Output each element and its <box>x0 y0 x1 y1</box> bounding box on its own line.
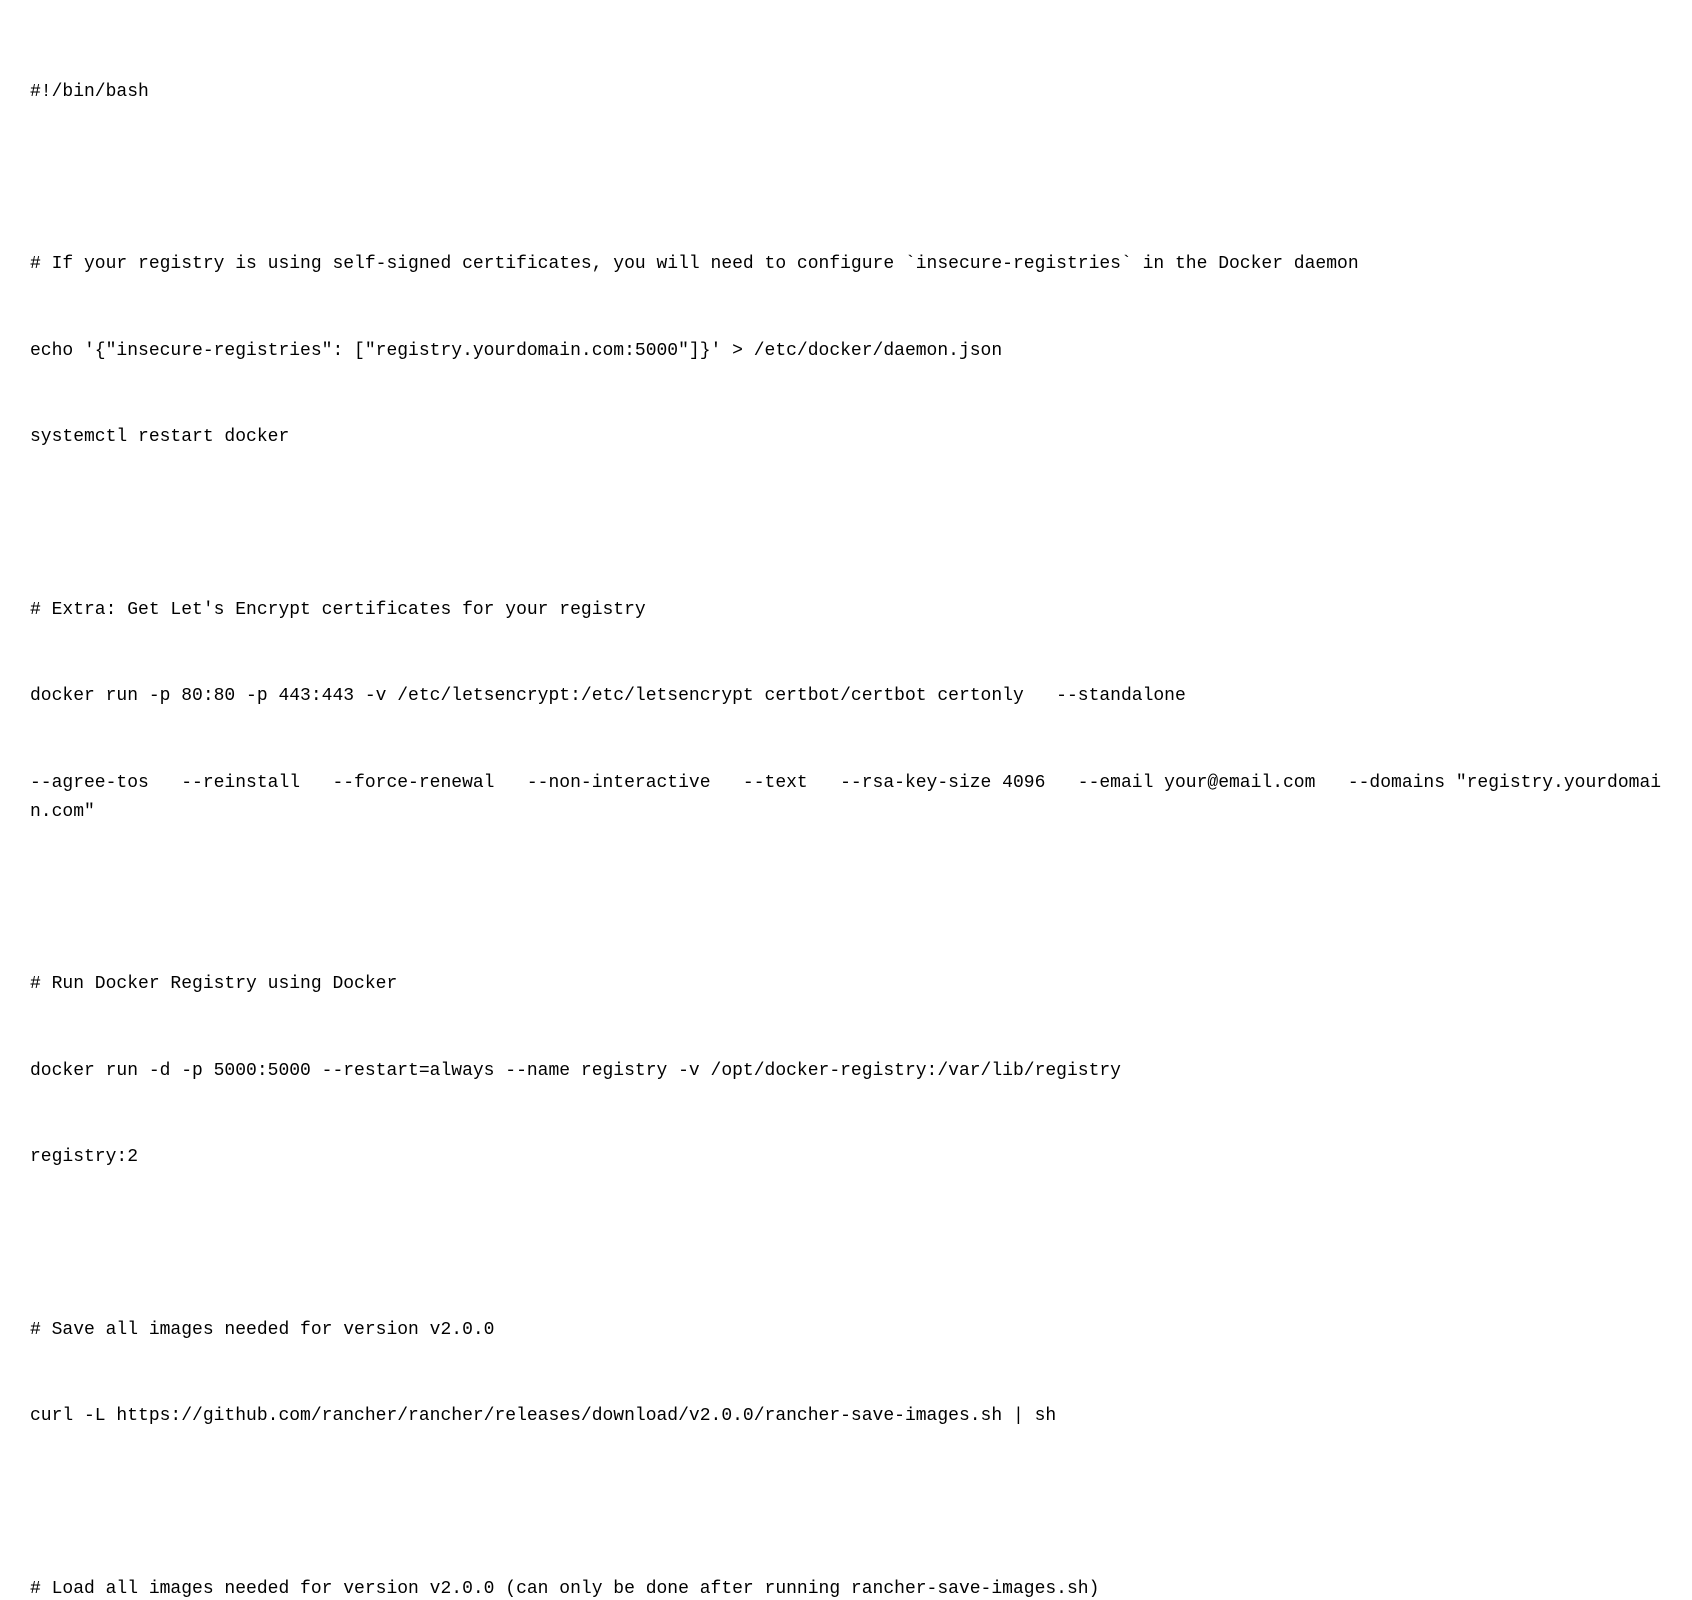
line-echo1: echo '{"insecure-registries": ["registry… <box>30 337 1662 366</box>
line-curl1: curl -L https://github.com/rancher/ranch… <box>30 1402 1662 1431</box>
line-comment2: # Extra: Get Let's Encrypt certificates … <box>30 596 1662 625</box>
empty-line-2 <box>30 510 1662 539</box>
empty-line-4 <box>30 1229 1662 1258</box>
line-docker1: docker run -p 80:80 -p 443:443 -v /etc/l… <box>30 682 1662 711</box>
empty-line-3 <box>30 884 1662 913</box>
line-docker2b: registry:2 <box>30 1143 1662 1172</box>
line-comment1: # If your registry is using self-signed … <box>30 250 1662 279</box>
line-comment3: # Run Docker Registry using Docker <box>30 970 1662 999</box>
empty-line-5 <box>30 1489 1662 1518</box>
line-docker1b: --agree-tos --reinstall --force-renewal … <box>30 769 1662 827</box>
line-systemctl1: systemctl restart docker <box>30 423 1662 452</box>
line-comment4: # Save all images needed for version v2.… <box>30 1316 1662 1345</box>
empty-line-1 <box>30 164 1662 193</box>
line-docker2: docker run -d -p 5000:5000 --restart=alw… <box>30 1057 1662 1086</box>
code-block: #!/bin/bash # If your registry is using … <box>30 20 1662 1600</box>
line-shebang: #!/bin/bash <box>30 78 1662 107</box>
line-comment5: # Load all images needed for version v2.… <box>30 1575 1662 1600</box>
